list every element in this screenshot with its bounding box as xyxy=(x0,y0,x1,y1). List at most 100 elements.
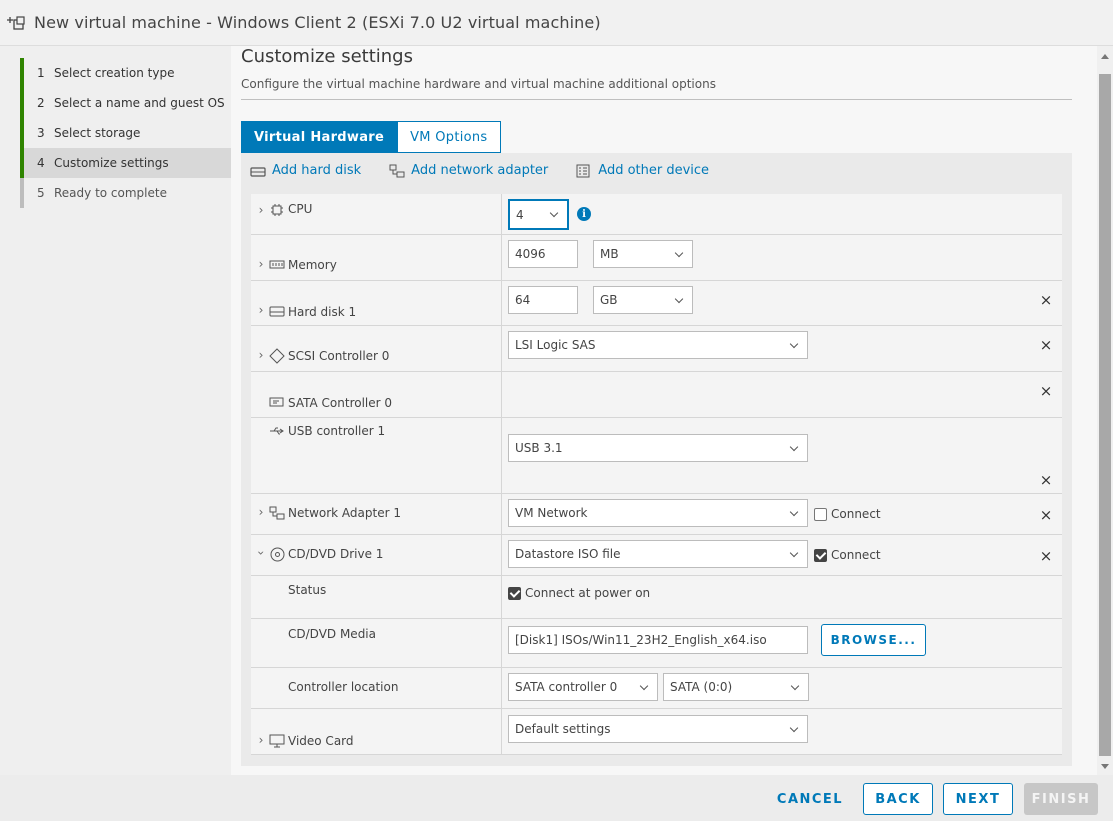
remove-sata-controller-icon[interactable]: × xyxy=(1040,382,1053,400)
cpu-label: CPU xyxy=(288,202,313,216)
back-button[interactable]: BACK xyxy=(863,783,933,815)
slot-select[interactable]: SATA (0:0) xyxy=(663,673,809,701)
scroll-up-icon[interactable] xyxy=(1101,54,1109,59)
chevron-right-icon[interactable]: › xyxy=(256,733,266,747)
cpu-label-cell: › CPU xyxy=(251,194,502,234)
network-label-cell: › Network Adapter 1 xyxy=(251,494,502,534)
browse-button[interactable]: BROWSE... xyxy=(821,624,926,656)
cdrom-media-label: CD/DVD Media xyxy=(288,627,376,641)
cdrom-connect-checkbox[interactable]: Connect xyxy=(814,548,881,562)
iso-path-input[interactable]: [Disk1] ISOs/Win11_23H2_English_x64.iso xyxy=(508,626,808,654)
usb-icon xyxy=(269,423,285,439)
scsi-controller-icon xyxy=(269,348,285,364)
sata-label-cell: SATA Controller 0 xyxy=(251,372,502,417)
cancel-button[interactable]: CANCEL xyxy=(772,783,848,815)
cd-dvd-icon xyxy=(269,546,285,562)
remove-network-adapter-icon[interactable]: × xyxy=(1040,506,1053,524)
new-vm-icon xyxy=(6,13,28,33)
hard-disk-value-cell: 64 GB × xyxy=(502,281,1062,325)
cdrom-status-value-cell: Connect at power on xyxy=(502,576,1062,618)
usb-value-cell: USB 3.1 × xyxy=(502,418,1062,493)
slot-name: SATA (0:0) xyxy=(670,680,733,694)
cpu-value-cell: 4 i xyxy=(502,194,1062,234)
hard-disk-unit: GB xyxy=(600,293,618,307)
add-other-device-label: Add other device xyxy=(598,163,710,178)
add-other-device-button[interactable]: Add other device xyxy=(576,163,709,178)
remove-scsi-controller-icon[interactable]: × xyxy=(1040,336,1053,354)
usb-type: USB 3.1 xyxy=(515,441,563,455)
video-card-select[interactable]: Default settings xyxy=(508,715,808,743)
step-number: 1 xyxy=(37,66,45,80)
controller-select[interactable]: SATA controller 0 xyxy=(508,673,658,701)
hard-disk-icon xyxy=(250,164,266,178)
usb-label-cell: USB controller 1 xyxy=(251,418,502,493)
controller-location-label: Controller location xyxy=(288,680,399,694)
controller-location-value-cell: SATA controller 0 SATA (0:0) xyxy=(502,668,1062,708)
step-ready-to-complete[interactable]: 5 Ready to complete xyxy=(20,178,231,208)
finish-button[interactable]: FINISH xyxy=(1024,783,1098,815)
tab-vm-options[interactable]: VM Options xyxy=(397,121,501,153)
wizard-steps: 1 Select creation type 2 Select a name and… xyxy=(0,46,231,775)
tab-virtual-hardware[interactable]: Virtual Hardware xyxy=(241,121,398,153)
network-value-cell: VM Network Connect × xyxy=(502,494,1062,534)
chevron-right-icon[interactable]: › xyxy=(256,303,266,317)
step-select-storage[interactable]: 3 Select storage xyxy=(20,118,231,148)
memory-icon xyxy=(269,257,285,273)
step-label: Select creation type xyxy=(54,66,175,80)
hard-disk-size: 64 xyxy=(515,293,531,307)
hard-disk-unit-select[interactable]: GB xyxy=(593,286,693,314)
controller-name: SATA controller 0 xyxy=(515,680,618,694)
usb-type-select[interactable]: USB 3.1 xyxy=(508,434,808,462)
title-bar: New virtual machine - Windows Client 2 (… xyxy=(0,0,1113,46)
add-network-adapter-button[interactable]: Add network adapter xyxy=(389,163,548,178)
controller-location-row: Controller location SATA controller 0 SA… xyxy=(251,668,1062,709)
cpu-select[interactable]: 4 xyxy=(508,199,569,230)
sata-controller-icon xyxy=(269,394,285,410)
video-card-value-cell: Default settings xyxy=(502,709,1062,754)
network-connect-checkbox[interactable]: Connect xyxy=(814,507,881,521)
step-customize-settings[interactable]: 4 Customize settings xyxy=(20,148,231,178)
next-button[interactable]: NEXT xyxy=(943,783,1013,815)
memory-input[interactable]: 4096 xyxy=(508,240,578,268)
scroll-thumb[interactable] xyxy=(1099,74,1111,756)
network-adapter-label: Network Adapter 1 xyxy=(288,506,401,520)
scroll-down-icon[interactable] xyxy=(1101,764,1109,769)
info-icon[interactable]: i xyxy=(577,207,591,221)
chevron-right-icon[interactable]: › xyxy=(256,505,266,519)
cdrom-label-cell: › CD/DVD Drive 1 xyxy=(251,535,502,575)
main-content: Customize settings Configure the virtual… xyxy=(231,46,1097,775)
cdrom-value-cell: Datastore ISO file Connect × xyxy=(502,535,1062,575)
scsi-controller-row: › SCSI Controller 0 LSI Logic SAS × xyxy=(251,326,1062,372)
sata-controller-label: SATA Controller 0 xyxy=(288,396,393,410)
add-network-adapter-label: Add network adapter xyxy=(411,163,549,178)
chevron-right-icon[interactable]: › xyxy=(256,203,266,217)
cdrom-connect-label: Connect xyxy=(831,548,881,562)
step-select-creation-type[interactable]: 1 Select creation type xyxy=(20,58,231,88)
step-label: Ready to complete xyxy=(54,186,167,200)
memory-label-cell: › Memory xyxy=(251,235,502,280)
cdrom-type-select[interactable]: Datastore ISO file xyxy=(508,540,808,568)
step-select-name-guest-os[interactable]: 2 Select a name and guest OS xyxy=(20,88,231,118)
network-select[interactable]: VM Network xyxy=(508,499,808,527)
chevron-down-icon[interactable]: › xyxy=(254,548,268,558)
add-hard-disk-button[interactable]: Add hard disk xyxy=(250,163,361,178)
remove-hard-disk-icon[interactable]: × xyxy=(1040,291,1053,309)
memory-value-cell: 4096 MB xyxy=(502,235,1062,280)
window-title: New virtual machine - Windows Client 2 (… xyxy=(34,13,601,32)
remove-usb-controller-icon[interactable]: × xyxy=(1040,471,1053,489)
cdrom-media-label-cell: CD/DVD Media xyxy=(251,619,502,667)
hard-disk-size-input[interactable]: 64 xyxy=(508,286,578,314)
checkbox-checked-icon xyxy=(814,548,827,562)
connect-at-power-on-checkbox[interactable]: Connect at power on xyxy=(508,586,650,600)
hardware-toolbar: Add hard disk Add network adapter Add ot… xyxy=(250,163,709,178)
vertical-scrollbar[interactable] xyxy=(1097,46,1113,775)
network-connect-label: Connect xyxy=(831,507,881,521)
step-number: 5 xyxy=(37,186,45,200)
chevron-right-icon[interactable]: › xyxy=(256,348,266,362)
remove-cdrom-icon[interactable]: × xyxy=(1040,547,1053,565)
scsi-type-select[interactable]: LSI Logic SAS xyxy=(508,331,808,359)
network-adapter-icon xyxy=(389,164,405,178)
chevron-right-icon[interactable]: › xyxy=(256,257,266,271)
divider xyxy=(241,99,1072,100)
memory-unit-select[interactable]: MB xyxy=(593,240,693,268)
